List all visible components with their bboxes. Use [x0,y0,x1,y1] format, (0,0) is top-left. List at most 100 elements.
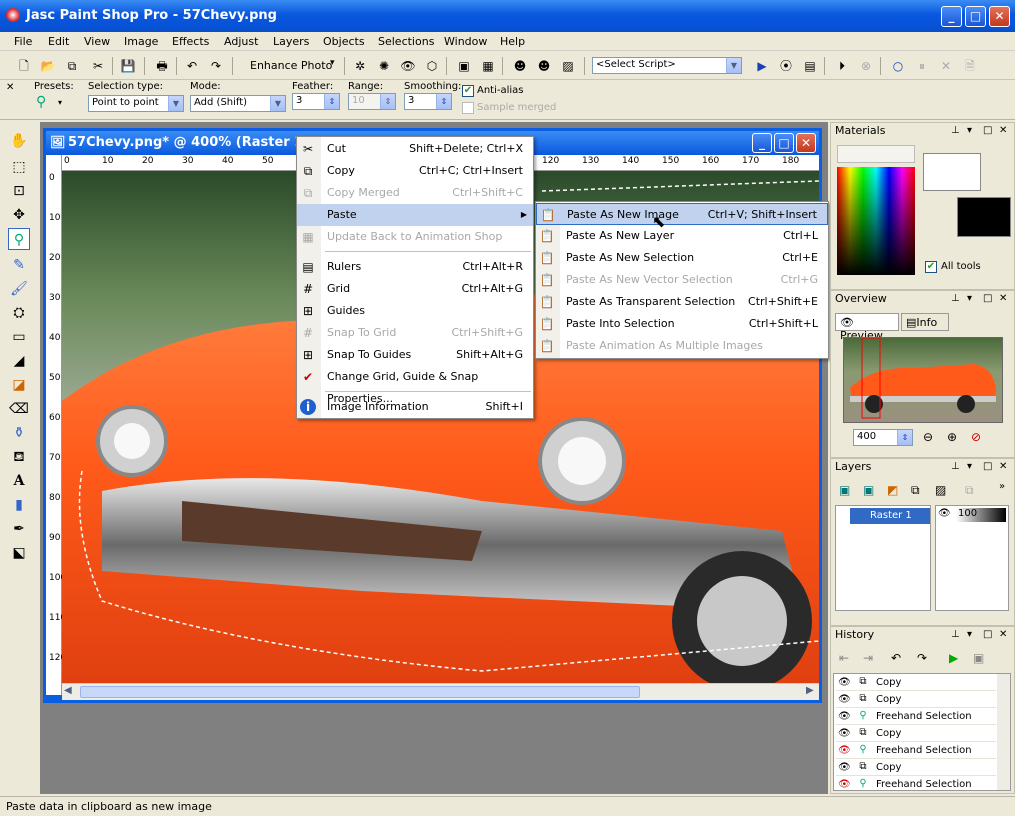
close-button[interactable]: ✕ [989,6,1010,27]
app-title-bar[interactable]: Jasc Paint Shop Pro - 57Chevy.png _ □ ✕ [0,0,1015,32]
menu-view[interactable]: View [84,35,110,48]
zoom-actual-icon[interactable]: ⊘ [971,430,981,444]
record-icon[interactable]: ○ [888,56,908,76]
minimize-button[interactable]: _ [941,6,962,27]
script-select[interactable]: <Select Script> ▼ [592,57,742,74]
menu-item-paste-animation[interactable]: 📋 Paste Animation As Multiple Images [536,335,828,357]
freehand-selection-icon[interactable]: ⚲ [8,228,30,250]
all-tools-checkbox[interactable]: ✔ [925,261,937,273]
maximize-icon[interactable]: □ [983,125,992,136]
paintbrush-icon[interactable]: 🖌 [8,278,30,300]
red-eye-icon[interactable]: 👁 [398,56,418,76]
menu-item-copy[interactable]: ⧉ Copy Ctrl+C; Ctrl+Insert [297,160,533,182]
color-picker[interactable] [837,167,915,275]
chevron-down-icon[interactable]: ▾ [967,629,972,640]
doc-minimize-button[interactable]: _ [752,133,772,153]
scroll-right-icon[interactable]: ▶ [806,685,814,696]
menu-item-image-information[interactable]: i Image Information Shift+I [297,396,533,418]
undo-to-icon[interactable]: ⇤ [839,651,849,665]
one-step-fix-icon[interactable]: ✲ [350,56,370,76]
menu-objects[interactable]: Objects [323,35,365,48]
landscape-icon[interactable]: ▨ [558,56,578,76]
menu-help[interactable]: Help [500,35,525,48]
eraser-icon[interactable]: ⌫ [8,398,30,420]
stop-icon[interactable]: ✕ [936,56,956,76]
spin-icon[interactable]: ⇕ [324,94,339,109]
layer-row[interactable]: Raster 1 [850,508,930,524]
menu-item-grid[interactable]: # Grid Ctrl+Alt+G [297,278,533,300]
redo-to-icon[interactable]: ⇥ [863,651,873,665]
move-icon[interactable]: ✥ [8,204,30,226]
play-macro-icon[interactable]: ⏵ [832,56,852,76]
spin-icon[interactable]: ⇕ [897,430,912,445]
menu-item-snap-to-guides[interactable]: ⊞ Snap To Guides Shift+Alt+G [297,344,533,366]
cancel-icon[interactable]: ⊗ [856,56,876,76]
zoom-input[interactable]: 400 ⇕ [853,429,913,446]
duplicate-layer-icon[interactable]: ⧉ [911,483,920,498]
scroll-thumb[interactable] [80,686,640,698]
new-raster-layer-icon[interactable]: ▣ [839,483,850,497]
spin-icon[interactable]: ⇕ [436,94,451,109]
enhance-photo-button[interactable]: Enhance Photo [250,59,332,72]
menu-item-rulers[interactable]: ▤ Rulers Ctrl+Alt+R [297,256,533,278]
script-toggle-icon[interactable]: ▤ [800,56,820,76]
pin-icon[interactable]: ⊥ [951,125,960,136]
close-icon[interactable]: ✕ [6,82,14,93]
menu-selections[interactable]: Selections [378,35,434,48]
spin-icon[interactable]: ⇕ [380,94,395,109]
close-icon[interactable]: ✕ [999,293,1007,304]
browse-icon[interactable]: ⧉ [62,56,82,76]
menu-image[interactable]: Image [124,35,158,48]
pen-icon[interactable]: ✒ [8,518,30,540]
open-folder-icon[interactable]: 📂 [38,56,58,76]
flood-fill-icon[interactable]: ⛾ [8,446,30,468]
dodge-icon[interactable]: ◢ [8,350,30,372]
pan-hand-icon[interactable]: ✋ [8,130,30,152]
menu-item-paste-into-selection[interactable]: 📋 Paste Into Selection Ctrl+Shift+L [536,313,828,335]
clarify-icon[interactable]: ✺ [374,56,394,76]
list-item[interactable]: 👁 ⧉ Copy [836,674,996,691]
run-script-icon[interactable]: ▶ [752,56,772,76]
mask-icon[interactable]: ▨ [935,483,946,497]
menu-edit[interactable]: Edit [48,35,69,48]
new-file-icon[interactable]: 🗋 [14,56,34,76]
doc-close-button[interactable]: ✕ [796,133,816,153]
menu-item-copy-merged[interactable]: ⧉ Copy Merged Ctrl+Shift+C [297,182,533,204]
script-edit-icon[interactable]: ⦿ [776,56,796,76]
menu-item-snap-to-grid[interactable]: # Snap To Grid Ctrl+Shift+G [297,322,533,344]
pause-icon[interactable]: ⏸ [912,56,932,76]
selection-rect-icon[interactable]: ⬚ [8,156,30,178]
delete-layer-icon[interactable]: ⧉ [965,483,974,498]
more-icon[interactable]: » [999,481,1005,492]
chevron-down-icon[interactable]: ▾ [967,293,972,304]
eye-icon[interactable]: 👁 [938,508,951,519]
menu-item-paste-as-new-selection[interactable]: 📋 Paste As New Selection Ctrl+E [536,247,828,269]
menu-layers[interactable]: Layers [273,35,309,48]
materials-tabs[interactable] [837,145,915,163]
chevron-down-icon[interactable]: ▾ [58,98,62,107]
dropper-icon[interactable]: ✎ [8,254,30,276]
object-selector-icon[interactable]: ⬕ [8,542,30,564]
background-swatch[interactable] [957,197,1011,237]
menu-item-guides[interactable]: ⊞ Guides [297,300,533,322]
maximize-icon[interactable]: □ [983,461,992,472]
selection-type-select[interactable]: Point to point ▼ [88,95,184,112]
lasso-preset-icon[interactable]: ⚲ [36,94,46,110]
person-icon[interactable]: ☻ [510,56,530,76]
list-item[interactable]: 👁 ⧉ Copy [836,759,996,776]
pin-icon[interactable]: ⊥ [951,629,960,640]
doc-maximize-button[interactable]: □ [774,133,794,153]
list-item[interactable]: 👁 ⚲ Freehand Selection [836,742,996,759]
history-scrollbar[interactable] [997,674,1010,790]
portrait-icon[interactable]: ▣ [454,56,474,76]
chevron-down-icon[interactable]: ▼ [168,96,183,111]
menu-window[interactable]: Window [444,35,487,48]
new-vector-layer-icon[interactable]: ▣ [863,483,874,497]
maximize-icon[interactable]: □ [983,293,992,304]
quickscript-icon[interactable]: ▶ [949,651,958,665]
chevron-down-icon[interactable]: ▾ [967,461,972,472]
chevron-down-icon[interactable]: ▼ [270,96,285,111]
lighten-darken-icon[interactable]: ◪ [8,374,30,396]
foreground-swatch[interactable] [923,153,981,191]
menu-item-paste[interactable]: Paste ▶ [297,204,533,226]
